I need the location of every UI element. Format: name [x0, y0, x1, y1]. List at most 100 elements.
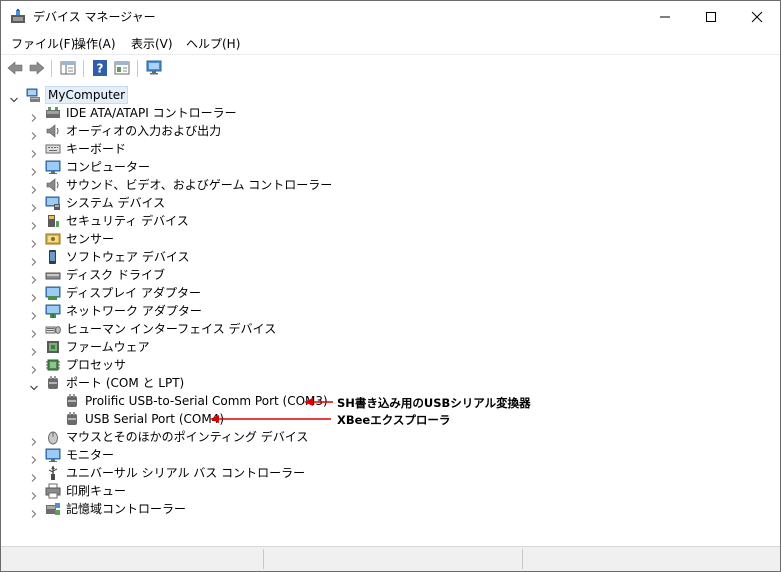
minimize-button[interactable] — [642, 1, 688, 32]
tree-category-label: サウンド、ビデオ、およびゲーム コントローラー — [66, 178, 333, 192]
properties-icon — [114, 61, 130, 75]
chevron-right-icon[interactable] — [30, 451, 38, 464]
chevron-right-icon[interactable] — [30, 127, 38, 140]
help-button[interactable]: ? — [91, 59, 109, 77]
hid-icon — [45, 321, 61, 337]
back-button[interactable] — [6, 59, 24, 77]
annotation-sh-usb-serial: SH書き込み用のUSBシリアル変換器 — [337, 396, 531, 410]
forward-button[interactable] — [28, 59, 46, 77]
tree-category-label: ソフトウェア デバイス — [66, 250, 190, 264]
tree-category[interactable]: ネットワーク アダプター — [1, 302, 780, 320]
window-title: デバイス マネージャー — [33, 10, 156, 24]
chevron-right-icon[interactable] — [30, 487, 38, 500]
chevron-right-icon[interactable] — [30, 109, 38, 122]
chevron-right-icon[interactable] — [30, 505, 38, 518]
tree-category-label: モニター — [66, 448, 115, 462]
chevron-right-icon[interactable] — [30, 361, 38, 374]
tree-category-label: セキュリティ デバイス — [66, 214, 189, 228]
device-manager-window: デバイス マネージャー ファイル(F) 操作(A) 表示(V) ヘルプ(H) ? — [0, 0, 781, 572]
status-cell — [523, 549, 779, 569]
maximize-button[interactable] — [688, 1, 734, 32]
chevron-down-icon[interactable] — [10, 91, 18, 103]
tree-category[interactable]: ファームウェア — [1, 338, 780, 356]
tree-category[interactable]: センサー — [1, 230, 780, 248]
menu-view[interactable]: 表示(V) — [131, 35, 173, 52]
tree-category-label: ファームウェア — [66, 340, 150, 354]
device-manager-icon — [10, 9, 26, 24]
tree-category[interactable]: 記憶域コントローラー — [1, 500, 780, 518]
show-hide-console-tree-button[interactable] — [59, 59, 77, 77]
svg-text:?: ? — [97, 62, 104, 76]
tree-category[interactable]: ソフトウェア デバイス — [1, 248, 780, 266]
chevron-right-icon[interactable] — [30, 289, 38, 302]
chevron-right-icon[interactable] — [30, 253, 38, 266]
tree-category[interactable]: オーディオの入力および出力 — [1, 122, 780, 140]
tree-category-label: 記憶域コントローラー — [66, 502, 187, 516]
tree-category[interactable]: 印刷キュー — [1, 482, 780, 500]
menu-action[interactable]: 操作(A) — [74, 35, 116, 52]
chevron-right-icon[interactable] — [30, 163, 38, 176]
monitor-icon — [45, 159, 61, 175]
tree-category-label: キーボード — [66, 142, 127, 156]
processor-icon — [45, 357, 61, 373]
properties-button[interactable] — [113, 59, 131, 77]
status-cell — [1, 549, 264, 569]
scan-monitor-icon — [146, 60, 162, 75]
sensor-icon — [45, 231, 61, 247]
keyboard-icon — [45, 141, 61, 157]
tree-category-label: オーディオの入力および出力 — [66, 124, 222, 138]
tree-category[interactable]: ポート (COM と LPT) — [1, 374, 780, 392]
chevron-right-icon[interactable] — [30, 433, 38, 446]
chevron-right-icon[interactable] — [30, 145, 38, 158]
firmware-icon — [45, 339, 61, 355]
chevron-right-icon[interactable] — [30, 343, 38, 356]
port-icon — [64, 393, 80, 409]
tree-category[interactable]: マウスとそのほかのポインティング デバイス — [1, 428, 780, 446]
chevron-right-icon[interactable] — [30, 307, 38, 320]
chevron-right-icon[interactable] — [30, 181, 38, 194]
tree-category[interactable]: キーボード — [1, 140, 780, 158]
tree-device-label: USB Serial Port (COM4) — [85, 412, 224, 426]
tree-category[interactable]: ディスク ドライブ — [1, 266, 780, 284]
title-bar[interactable]: デバイス マネージャー — [1, 1, 780, 32]
tree-category[interactable]: モニター — [1, 446, 780, 464]
tree-category-label: ポート (COM と LPT) — [66, 376, 185, 390]
menu-file[interactable]: ファイル(F) — [11, 35, 75, 52]
tree-root-mycomputer[interactable]: MyComputer — [1, 86, 780, 104]
scan-hardware-button[interactable] — [145, 59, 163, 77]
device-tree: MyComputer IDE ATA/ATAPI コントローラーオーディオの入力お… — [1, 82, 780, 546]
chevron-down-icon[interactable] — [30, 379, 38, 391]
tree-category[interactable]: コンピューター — [1, 158, 780, 176]
toolbar-separator — [83, 60, 84, 77]
tree-category[interactable]: IDE ATA/ATAPI コントローラー — [1, 104, 780, 122]
chevron-right-icon[interactable] — [30, 271, 38, 284]
status-bar — [1, 546, 780, 571]
tree-category-label: ディスプレイ アダプター — [66, 286, 201, 300]
computer-icon — [26, 87, 42, 103]
tree-category[interactable]: セキュリティ デバイス — [1, 212, 780, 230]
chevron-right-icon[interactable] — [30, 469, 38, 482]
tree-category[interactable]: ヒューマン インターフェイス デバイス — [1, 320, 780, 338]
minimize-icon — [660, 16, 670, 17]
chevron-right-icon[interactable] — [30, 217, 38, 230]
disk-drive-icon — [45, 267, 61, 283]
console-tree-icon — [60, 61, 76, 75]
chevron-right-icon[interactable] — [30, 325, 38, 338]
close-button[interactable] — [734, 1, 780, 32]
tree-category[interactable]: システム デバイス — [1, 194, 780, 212]
tree-category-label: システム デバイス — [66, 196, 166, 210]
tree-category[interactable]: ディスプレイ アダプター — [1, 284, 780, 302]
tree-category[interactable]: ユニバーサル シリアル バス コントローラー — [1, 464, 780, 482]
menu-help[interactable]: ヘルプ(H) — [186, 35, 240, 52]
tree-category[interactable]: プロセッサ — [1, 356, 780, 374]
storage-controller-icon — [45, 501, 61, 517]
chevron-right-icon[interactable] — [30, 199, 38, 212]
tree-device-label: Prolific USB-to-Serial Comm Port (COM3) — [85, 394, 328, 408]
tree-category-label: センサー — [66, 232, 115, 246]
chevron-right-icon[interactable] — [30, 235, 38, 248]
help-icon: ? — [93, 60, 107, 76]
tree-category[interactable]: サウンド、ビデオ、およびゲーム コントローラー — [1, 176, 780, 194]
tree-category-label: 印刷キュー — [66, 484, 127, 498]
tree-category-label: マウスとそのほかのポインティング デバイス — [66, 430, 309, 444]
toolbar-separator — [137, 60, 138, 77]
